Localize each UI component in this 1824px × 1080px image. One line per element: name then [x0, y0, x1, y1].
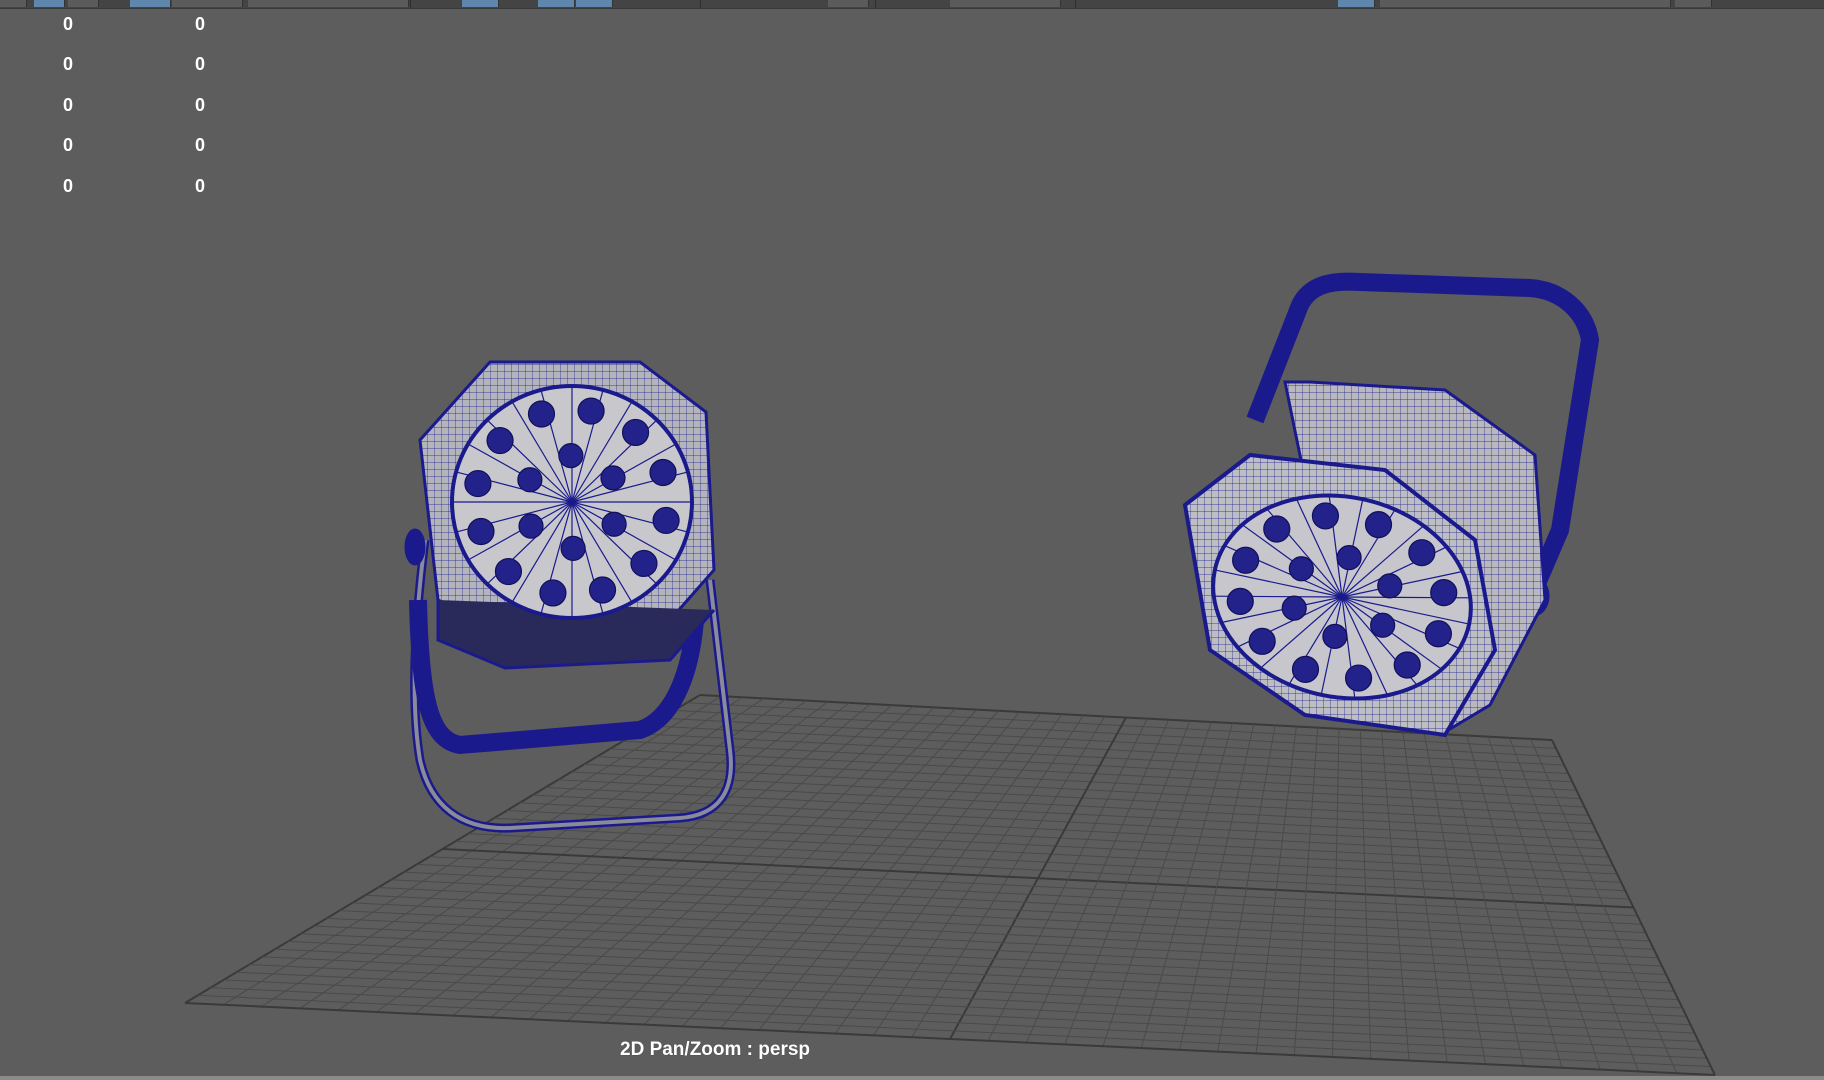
3d-viewport[interactable] — [0, 0, 1824, 1080]
maya-viewport-app: 0 0 0 0 0 0 0 0 0 0 2D Pan/Zoom: persp — [0, 0, 1824, 1080]
par-light-right[interactable] — [1182, 272, 1600, 738]
par-light-left[interactable] — [404, 360, 736, 833]
camera-status-label: 2D Pan/Zoom : persp — [620, 1039, 811, 1060]
viewport-bottom-border — [0, 1076, 1824, 1080]
